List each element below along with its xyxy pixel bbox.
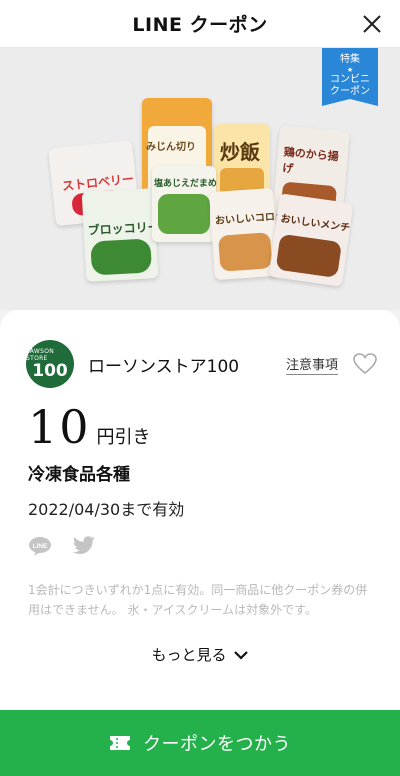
- product-bag: ブロッコリー: [81, 188, 160, 282]
- feature-badge[interactable]: 特集 ★ コンビニ クーポン: [322, 48, 378, 106]
- twitter-share-button[interactable]: [72, 536, 96, 556]
- line-share-button[interactable]: LINE: [28, 536, 52, 556]
- app-title: LINE クーポン: [132, 14, 268, 36]
- twitter-icon: [72, 536, 95, 554]
- close-icon: [363, 15, 381, 33]
- discount-value: 10: [28, 400, 91, 454]
- product-name: 冷凍食品各種: [28, 465, 130, 485]
- line-icon: LINE: [29, 537, 51, 556]
- coupon-hero-image: 特集 ★ コンビニ クーポン ストロベリー みじん切り 炒飯 鶏のから揚げ ブロ…: [0, 48, 400, 310]
- ticket-icon: [110, 736, 130, 750]
- close-button[interactable]: [360, 12, 384, 36]
- app-header: LINE クーポン: [0, 0, 400, 48]
- store-logo: LAWSON STORE 100: [26, 340, 74, 388]
- share-row: LINE: [28, 536, 116, 556]
- coupon-card: LAWSON STORE 100 ローソンストア100 注意事項 10 円引き …: [0, 310, 400, 710]
- store-name: ローソンストア100: [88, 356, 240, 377]
- discount-amount: 10 円引き: [28, 400, 151, 454]
- show-more-button[interactable]: もっと見る: [0, 644, 400, 665]
- product-bag: おいしいメンチ: [268, 193, 354, 287]
- chevron-down-icon: [233, 650, 248, 660]
- expiry-date: 2022/04/30まで有効: [28, 500, 185, 519]
- discount-unit: 円引き: [96, 427, 151, 448]
- product-bag: おいしいコロッケ: [209, 187, 295, 281]
- terms-fade: [0, 610, 400, 640]
- product-bag: 塩あじえだまめ: [152, 166, 217, 242]
- heart-icon: [353, 353, 377, 375]
- use-coupon-button[interactable]: クーポンをつかう: [0, 710, 400, 776]
- show-more-label: もっと見る: [151, 646, 227, 664]
- notes-link[interactable]: 注意事項: [285, 354, 338, 375]
- svg-text:LINE: LINE: [33, 543, 48, 550]
- favorite-button[interactable]: [352, 351, 378, 377]
- star-icon: ★: [346, 66, 354, 74]
- use-coupon-label: クーポンをつかう: [143, 734, 291, 755]
- store-row: LAWSON STORE 100 ローソンストア100 注意事項: [26, 338, 378, 390]
